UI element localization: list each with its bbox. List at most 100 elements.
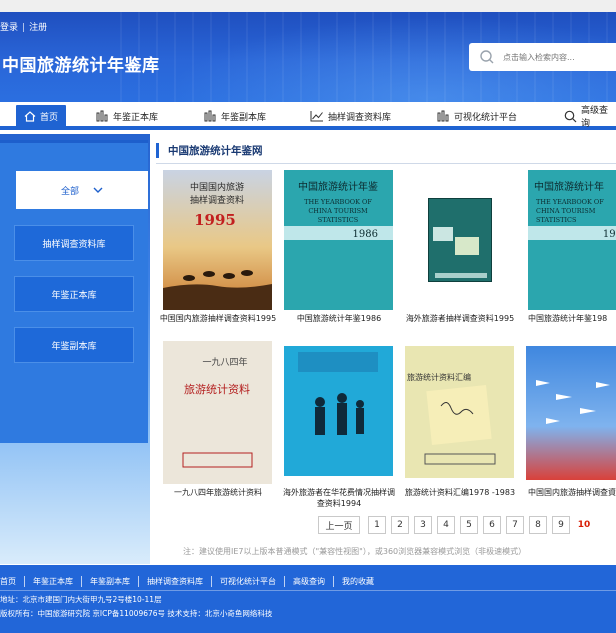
book-cover[interactable]: 中国国内旅游 抽样调查资料 1995 bbox=[163, 170, 272, 310]
line-chart-icon bbox=[310, 110, 324, 122]
cover-title: 中国旅游统计年鉴 bbox=[298, 180, 378, 193]
nav-main-yearbook[interactable]: 年鉴正本库 bbox=[96, 105, 158, 127]
book-card[interactable]: 一九八四年 旅游统计资料 一九八四年旅游统计资料 bbox=[156, 341, 280, 501]
link-separator: | bbox=[22, 23, 26, 33]
search-input[interactable] bbox=[503, 49, 613, 65]
category-select[interactable]: 全部 bbox=[16, 171, 148, 209]
nav-label: 高级查询 bbox=[581, 106, 609, 129]
nav-label: 年鉴副本库 bbox=[221, 112, 267, 123]
footer-link-visualization[interactable]: 可视化统计平台 bbox=[211, 576, 284, 587]
nav-survey[interactable]: 抽样调查资料库 bbox=[310, 105, 391, 127]
home-icon bbox=[24, 110, 36, 122]
pagination: 上一页 1 2 3 4 5 6 7 8 9 10 bbox=[318, 515, 598, 535]
site-title: 中国旅游统计年鉴库 bbox=[2, 56, 160, 76]
prev-page-button[interactable]: 上一页 bbox=[318, 516, 360, 534]
sidebar-item-main-yearbook[interactable]: 年鉴正本库 bbox=[14, 276, 134, 312]
book-card[interactable]: 中国国内旅游抽样调查資 bbox=[522, 341, 616, 501]
footer-address: 地址：北京市建国门内大街甲九号2号楼10-11层 bbox=[0, 595, 162, 604]
account-links: 登录 | 注册 bbox=[0, 20, 47, 33]
svg-text:THE YEARBOOK OF: THE YEARBOOK OF bbox=[304, 198, 372, 206]
footer-link-survey[interactable]: 抽样调查资料库 bbox=[138, 576, 211, 587]
category-select-value: 全部 bbox=[60, 186, 79, 197]
cover-title: 一九八四年 bbox=[202, 356, 247, 368]
footer-link-favorites[interactable]: 我的收藏 bbox=[333, 576, 382, 587]
book-card[interactable]: 中国旅游统计年鉴 THE YEARBOOK OF CHINA TOURISM S… bbox=[280, 170, 398, 330]
footer-copyright: 版权所有：中国旅游研究院 京ICP备11009676号 技术支持：北京小奇鱼网络… bbox=[0, 609, 273, 618]
search-box[interactable] bbox=[469, 43, 616, 71]
book-cover[interactable] bbox=[428, 198, 492, 282]
footer-divider bbox=[0, 590, 616, 591]
book-cover[interactable]: 一九八四年 旅游统计资料 bbox=[163, 341, 272, 484]
book-title[interactable]: 中国国内旅游抽样调查資 bbox=[528, 487, 616, 498]
svg-text:抽样调查资料: 抽样调查资料 bbox=[190, 194, 244, 206]
bar-chart-icon bbox=[437, 110, 450, 122]
site-header: 登录 | 注册 中国旅游统计年鉴库 bbox=[0, 12, 616, 102]
footer-link-home[interactable]: 首页 bbox=[0, 576, 24, 587]
book-title[interactable]: 中国旅游统计年鉴198 bbox=[528, 313, 616, 324]
sidebar-item-survey[interactable]: 抽样调查资料库 bbox=[14, 225, 134, 261]
page-button[interactable]: 7 bbox=[506, 516, 524, 534]
nav-copy-yearbook[interactable]: 年鉴副本库 bbox=[204, 105, 266, 127]
login-link[interactable]: 登录 bbox=[0, 20, 18, 33]
book-title[interactable]: 海外旅游者在华花费情况抽样调查资料1994 bbox=[280, 487, 398, 509]
book-title[interactable]: 旅游统计资料汇编1978 -1983 bbox=[400, 487, 520, 498]
book-cover[interactable] bbox=[284, 346, 393, 476]
section-accent-bar bbox=[156, 142, 159, 158]
page-button[interactable]: 5 bbox=[460, 516, 478, 534]
book-title[interactable]: 中国国内旅游抽样调查资料1995 bbox=[156, 313, 280, 324]
nav-advanced-search[interactable]: 高级查询 bbox=[564, 105, 616, 129]
browser-compat-note: 注：建议使用IE7以上版本普通模式（"兼容性视图"），或360浏览器兼容模式浏览… bbox=[183, 547, 527, 556]
book-title[interactable]: 一九八四年旅游统计资料 bbox=[156, 487, 280, 498]
svg-text:STATISTICS: STATISTICS bbox=[536, 216, 576, 224]
cover-title: 中国旅游统计年 bbox=[534, 180, 604, 193]
page-button[interactable]: 6 bbox=[483, 516, 501, 534]
nav-home[interactable]: 首页 bbox=[16, 105, 67, 127]
cover-year: 1995 bbox=[194, 211, 236, 229]
page-button[interactable]: 8 bbox=[529, 516, 547, 534]
nav-label: 年鉴正本库 bbox=[113, 112, 159, 123]
page-button[interactable]: 3 bbox=[414, 516, 432, 534]
footer-link-main-yearbook[interactable]: 年鉴正本库 bbox=[24, 576, 81, 587]
book-title[interactable]: 海外旅游者抽样调查资料1995 bbox=[400, 313, 520, 324]
nav-label: 抽样调查资料库 bbox=[328, 112, 392, 123]
site-footer: 首页 年鉴正本库 年鉴副本库 抽样调查资料库 可视化统计平台 高级查询 我的收藏… bbox=[0, 565, 616, 633]
cover-title: 中国国内旅游 bbox=[190, 181, 244, 193]
nav-visualization[interactable]: 可视化统计平台 bbox=[437, 105, 517, 127]
page-button[interactable]: 9 bbox=[552, 516, 570, 534]
current-page: 10 bbox=[575, 516, 593, 534]
book-card[interactable]: 旅游统计资料汇编 旅游统计资料汇编1978 -1983 bbox=[400, 341, 520, 501]
book-cover[interactable] bbox=[526, 346, 616, 480]
book-cover[interactable]: 中国旅游统计年 THE YEARBOOK OF CHINA TOURISM ST… bbox=[528, 170, 616, 310]
section-title-text: 中国旅游统计年鉴网 bbox=[168, 144, 263, 157]
bar-chart-icon bbox=[204, 110, 217, 122]
nav-label: 可视化统计平台 bbox=[454, 112, 518, 123]
page-button[interactable]: 1 bbox=[368, 516, 386, 534]
footer-links: 首页 年鉴正本库 年鉴副本库 抽样调查资料库 可视化统计平台 高级查询 我的收藏 bbox=[0, 576, 382, 587]
footer-link-copy-yearbook[interactable]: 年鉴副本库 bbox=[81, 576, 138, 587]
search-icon[interactable] bbox=[479, 49, 495, 68]
svg-text:THE YEARBOOK OF: THE YEARBOOK OF bbox=[536, 198, 604, 206]
nav-label: 首页 bbox=[40, 112, 59, 123]
book-card[interactable]: 中国旅游统计年 THE YEARBOOK OF CHINA TOURISM ST… bbox=[522, 170, 616, 330]
book-card[interactable]: 海外旅游者抽样调查资料1995 bbox=[400, 170, 520, 330]
section-title: 中国旅游统计年鉴网 bbox=[156, 142, 263, 158]
book-card[interactable]: 中国国内旅游 抽样调查资料 1995 中国国内旅游抽样调查资料1995 bbox=[156, 170, 280, 330]
svg-text:STATISTICS: STATISTICS bbox=[318, 216, 358, 224]
browser-top-strip bbox=[0, 0, 616, 12]
footer-link-advanced-search[interactable]: 高级查询 bbox=[284, 576, 333, 587]
cover-year: 1986 bbox=[353, 229, 378, 240]
svg-text:CHINA TOURISM: CHINA TOURISM bbox=[536, 207, 596, 215]
book-title[interactable]: 中国旅游统计年鉴1986 bbox=[280, 313, 398, 324]
book-cover[interactable]: 中国旅游统计年鉴 THE YEARBOOK OF CHINA TOURISM S… bbox=[284, 170, 393, 310]
sidebar-item-copy-yearbook[interactable]: 年鉴副本库 bbox=[14, 327, 134, 363]
search-icon bbox=[564, 110, 577, 123]
cover-title: 旅游统计资料汇编 bbox=[407, 372, 471, 382]
main-nav: 首页 年鉴正本库 年鉴副本库 抽样调查资料库 可视化统计平台 高级查询 bbox=[0, 102, 616, 130]
book-card[interactable]: 海外旅游者在华花费情况抽样调查资料1994 bbox=[280, 341, 398, 513]
book-cover[interactable]: 旅游统计资料汇编 bbox=[405, 346, 514, 478]
section-divider bbox=[156, 163, 616, 164]
page-button[interactable]: 4 bbox=[437, 516, 455, 534]
page-button[interactable]: 2 bbox=[391, 516, 409, 534]
svg-text:CHINA TOURISM: CHINA TOURISM bbox=[308, 207, 368, 215]
register-link[interactable]: 注册 bbox=[29, 20, 47, 33]
